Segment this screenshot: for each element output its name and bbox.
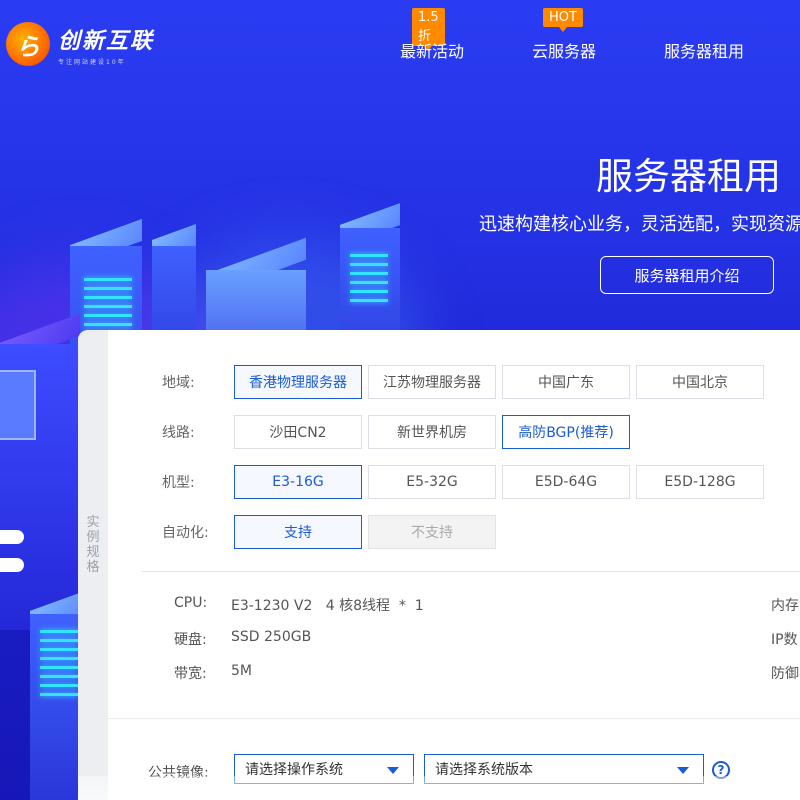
model-option-e5-32g[interactable]: E5-32G bbox=[368, 465, 496, 499]
region-option-guangdong[interactable]: 中国广东 bbox=[502, 365, 630, 399]
spec-bandwidth-value: 5M bbox=[231, 663, 252, 679]
model-option-e3-16g[interactable]: E3-16G bbox=[234, 465, 362, 499]
spec-ip-key: IP数 bbox=[771, 632, 798, 648]
brand-name: 创新互联 bbox=[58, 28, 155, 54]
model-option-e5d-128g[interactable]: E5D-128G bbox=[636, 465, 764, 499]
hero-title: 服务器租用 bbox=[596, 155, 781, 198]
model-option-e5d-64g[interactable]: E5D-64G bbox=[502, 465, 630, 499]
nav-item-cloud-server[interactable]: 云服务器 bbox=[532, 38, 596, 62]
section-divider bbox=[108, 718, 800, 719]
logo-icon: ら bbox=[6, 22, 50, 66]
line-option-shatin[interactable]: 沙田CN2 bbox=[234, 415, 362, 449]
region-label: 地域: bbox=[162, 375, 195, 391]
side-tab[interactable]: 实例规格 bbox=[78, 330, 108, 800]
region-option-jiangsu[interactable]: 江苏物理服务器 bbox=[368, 365, 496, 399]
bottom-fade bbox=[78, 776, 800, 800]
spec-bandwidth-key: 带宽: bbox=[174, 666, 207, 682]
hero-subtitle: 迅速构建核心业务，灵活选配，实现资源 bbox=[479, 214, 800, 235]
divider bbox=[142, 571, 800, 572]
line-option-newworld[interactable]: 新世界机房 bbox=[368, 415, 496, 449]
brand-slogan: 专注网站建设10年 bbox=[58, 58, 126, 66]
spec-memory-key: 内存 bbox=[771, 598, 799, 614]
config-panel: 实例规格 地域: 香港物理服务器 江苏物理服务器 中国广东 中国北京 线路: 沙… bbox=[78, 330, 800, 800]
line-option-bgp[interactable]: 高防BGP(推荐) bbox=[502, 415, 630, 449]
spec-disk-key: 硬盘: bbox=[174, 632, 207, 648]
server-rental-intro-button[interactable]: 服务器租用介绍 bbox=[600, 256, 774, 294]
spec-disk-value: SSD 250GB bbox=[231, 629, 312, 645]
brand-logo[interactable]: ら 创新互联 专注网站建设10年 bbox=[6, 22, 154, 66]
spec-defense-key: 防御 bbox=[771, 666, 799, 682]
automation-option-no[interactable]: 不支持 bbox=[368, 515, 496, 549]
spec-cpu-key: CPU: bbox=[174, 595, 208, 611]
decor-switch bbox=[0, 558, 24, 572]
chevron-down-icon bbox=[677, 767, 689, 774]
nav-badge-hot: HOT bbox=[543, 8, 583, 32]
model-label: 机型: bbox=[162, 475, 195, 491]
automation-label: 自动化: bbox=[162, 525, 209, 541]
region-option-hk[interactable]: 香港物理服务器 bbox=[234, 365, 362, 399]
automation-option-yes[interactable]: 支持 bbox=[234, 515, 362, 549]
spec-cpu-value: E3-1230 V2 4 核8线程 * 1 bbox=[231, 598, 424, 614]
nav-item-activities[interactable]: 最新活动 bbox=[400, 38, 464, 62]
chevron-down-icon bbox=[387, 767, 399, 774]
side-tab-label: 实例规格 bbox=[86, 515, 100, 575]
line-label: 线路: bbox=[162, 425, 195, 441]
decor-switch bbox=[0, 530, 24, 544]
decor-building bbox=[0, 313, 80, 630]
decor-panel bbox=[0, 370, 36, 440]
nav-item-server-rental[interactable]: 服务器租用 bbox=[664, 38, 744, 62]
region-option-beijing[interactable]: 中国北京 bbox=[636, 365, 764, 399]
